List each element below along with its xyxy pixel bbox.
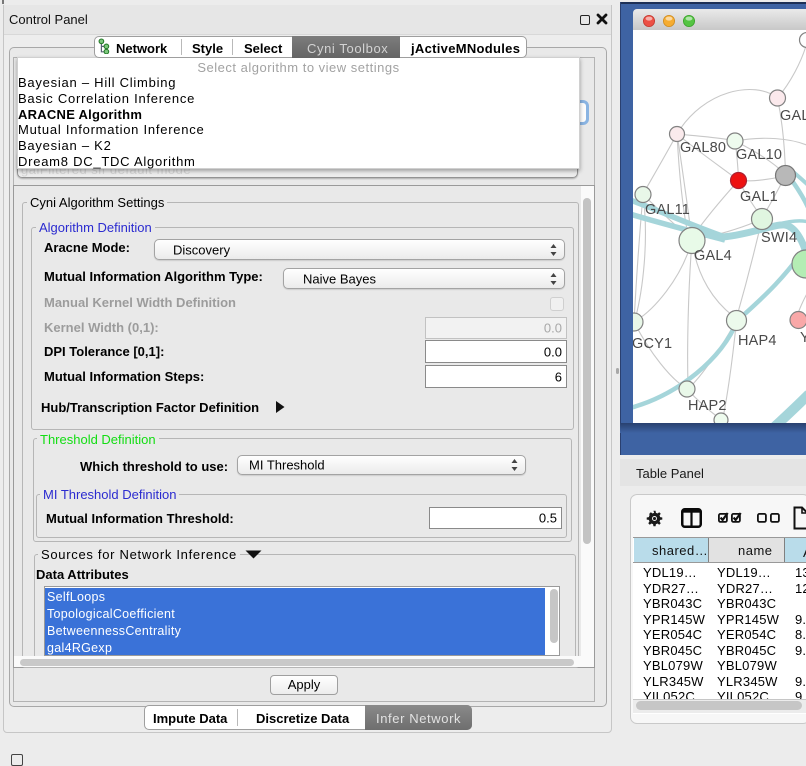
- svg-text:GAL11: GAL11: [645, 202, 690, 218]
- svg-text:GAL4: GAL4: [694, 248, 732, 264]
- svg-text:GAL: GAL: [780, 108, 806, 124]
- svg-text:GAL80: GAL80: [680, 140, 726, 156]
- svg-text:GAL10: GAL10: [736, 147, 782, 163]
- svg-text:HAP4: HAP4: [738, 333, 777, 349]
- svg-text:GCY1: GCY1: [633, 336, 672, 352]
- svg-text:GAL1: GAL1: [740, 189, 778, 205]
- svg-text:SWI4: SWI4: [761, 230, 797, 246]
- svg-text:Y: Y: [800, 330, 806, 346]
- svg-text:HAP2: HAP2: [688, 398, 727, 414]
